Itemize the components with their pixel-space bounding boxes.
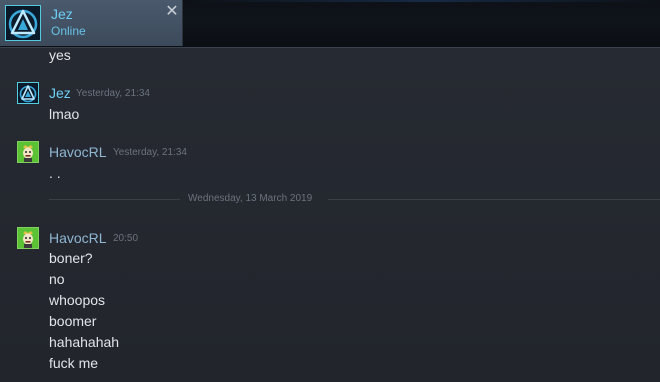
- chat-log[interactable]: yes Jez Yesterday, 21:34 lmao HavocRL Ye…: [0, 47, 660, 382]
- avatar[interactable]: [17, 82, 39, 104]
- tab-bar-glow: [190, 0, 660, 2]
- sender-name[interactable]: HavocRL: [49, 144, 107, 160]
- tab-friend-name: Jez: [51, 6, 73, 22]
- chat-message: yes: [49, 47, 71, 63]
- sender-name[interactable]: HavocRL: [49, 230, 107, 246]
- date-divider-line-right: [328, 199, 660, 200]
- triangle-logo-icon: [8, 9, 38, 39]
- chat-message: lmao: [49, 106, 80, 122]
- chat-message: whoopos: [49, 292, 106, 308]
- chat-message: . .: [49, 165, 61, 181]
- tab-bar: Jez Online ✕: [0, 0, 660, 48]
- message-timestamp: Yesterday, 21:34: [113, 147, 187, 158]
- chat-tab-jez[interactable]: Jez Online ✕: [0, 0, 183, 46]
- date-divider-line-left: [49, 199, 180, 200]
- date-divider: Wednesday, 13 March 2019: [188, 193, 313, 204]
- close-icon[interactable]: ✕: [164, 4, 180, 20]
- chat-message: boomer: [49, 313, 97, 329]
- sender-name[interactable]: Jez: [49, 85, 71, 101]
- triangle-logo-icon: [19, 85, 37, 103]
- chat-message: hahahahah: [49, 334, 120, 350]
- chat-message: boner?: [49, 250, 93, 266]
- mascot-avatar-icon: [18, 228, 38, 248]
- chat-message: no: [49, 271, 65, 287]
- avatar[interactable]: [17, 227, 39, 249]
- chat-message: fuck me: [49, 355, 99, 371]
- avatar[interactable]: [17, 141, 39, 163]
- message-timestamp: Yesterday, 21:34: [76, 88, 150, 99]
- tab-friend-status: Online: [51, 24, 86, 38]
- chat-window: Jez Online ✕ yes Jez Yesterday, 21:34 lm…: [0, 0, 660, 382]
- message-timestamp: 20:50: [113, 233, 139, 244]
- avatar: [5, 5, 41, 41]
- mascot-avatar-icon: [18, 142, 38, 162]
